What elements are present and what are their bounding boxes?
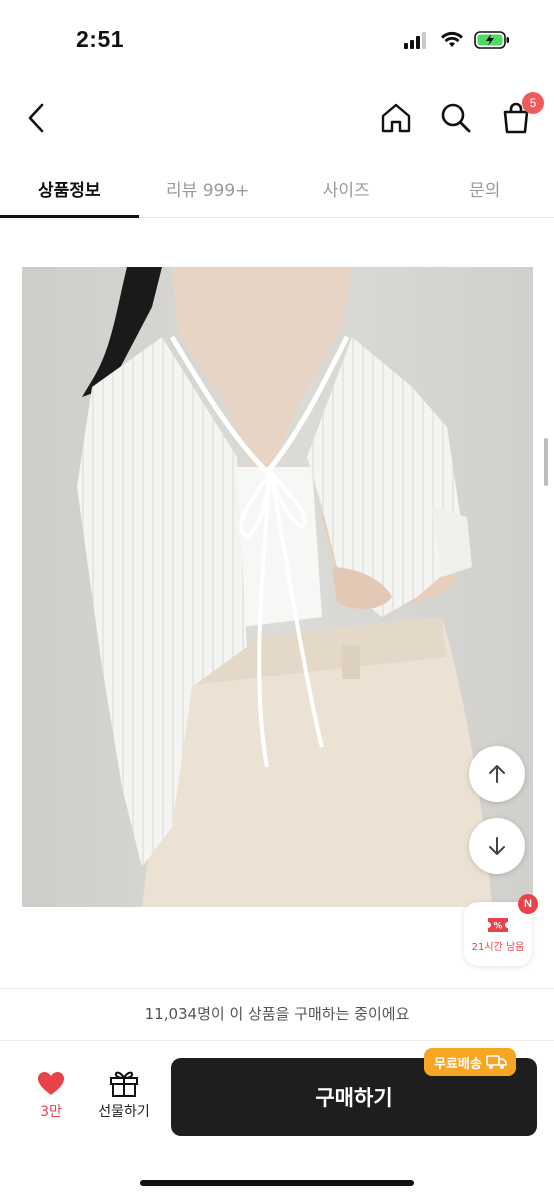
product-tabs: 상품정보 리뷰 999+ 사이즈 문의 (0, 160, 554, 218)
new-badge: N (518, 894, 538, 914)
status-icons (404, 30, 510, 50)
cart-button[interactable]: 5 (498, 92, 544, 138)
divider (0, 988, 554, 989)
free-shipping-label: 무료배송 (434, 1056, 482, 1072)
gift-button[interactable]: 선물하기 (90, 1069, 158, 1121)
heart-icon (38, 1072, 64, 1095)
buyers-count-text: 11,034명이 이 상품을 구매하는 중이에요 (144, 1005, 410, 1023)
signal-icon (404, 32, 426, 49)
arrow-up-icon (489, 765, 505, 783)
like-count: 3만 (40, 1104, 62, 1120)
coupon-floating-button[interactable]: % 21시간 남음 N (464, 894, 538, 966)
coupon-icon: % (488, 917, 508, 932)
svg-text:%: % (493, 921, 502, 931)
cart-count-badge: 5 (522, 92, 544, 114)
product-image (22, 267, 533, 907)
free-shipping-badge: 무료배송 (424, 1048, 516, 1076)
arrow-down-icon (489, 837, 505, 855)
search-icon (441, 103, 471, 133)
truck-icon (486, 1055, 507, 1069)
product-photo-illustration (22, 267, 533, 907)
tab-inquiry[interactable]: 문의 (416, 160, 554, 217)
tab-reviews[interactable]: 리뷰 999+ (139, 160, 278, 217)
search-button[interactable] (438, 98, 474, 138)
like-button[interactable]: 3만 (24, 1071, 78, 1121)
page-scrollbar[interactable] (544, 438, 548, 486)
gift-label: 선물하기 (98, 1104, 150, 1120)
gift-icon (110, 1071, 138, 1097)
scroll-up-button[interactable] (469, 746, 525, 802)
scroll-down-button[interactable] (469, 818, 525, 874)
home-icon (381, 103, 411, 133)
back-button[interactable] (18, 98, 54, 138)
top-nav: 5 (0, 90, 554, 146)
status-bar: 2:51 (0, 0, 554, 80)
battery-icon (474, 31, 509, 49)
status-time: 2:51 (76, 26, 125, 52)
chevron-left-icon (28, 103, 44, 133)
nav-actions: 5 (378, 92, 544, 138)
wifi-icon (441, 31, 463, 47)
tab-size[interactable]: 사이즈 (277, 160, 416, 217)
home-button[interactable] (378, 98, 414, 138)
coupon-timer-label: 21시간 남음 (471, 941, 525, 953)
home-indicator (140, 1180, 414, 1186)
tab-product-info[interactable]: 상품정보 (0, 160, 139, 218)
